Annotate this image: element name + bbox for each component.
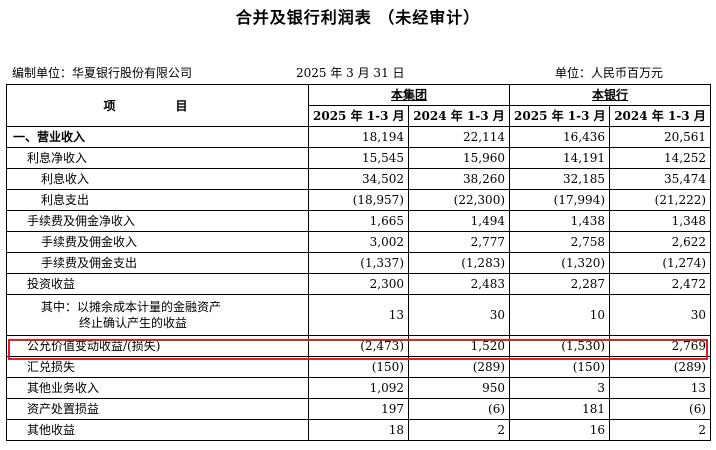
cell-value: 950	[407, 377, 511, 399]
cell-value: 2,622	[609, 231, 712, 253]
cell-value: (1,530)	[509, 335, 611, 357]
cell-value: 2,777	[407, 231, 511, 253]
cell-value: 30	[609, 294, 712, 336]
cell-value: 3	[509, 377, 611, 399]
table-row: 其他业务收入 1,092 950 3 13	[6, 377, 712, 399]
cell-value: 2,287	[509, 273, 611, 295]
header-group-bank: 本银行	[509, 84, 712, 106]
table-row: 资产处置损益 197 (6) 181 (6)	[6, 398, 712, 420]
cell-value: 14,252	[609, 147, 712, 169]
cell-value: 35,474	[609, 168, 712, 190]
currency-unit: 单位：人民币百万元	[555, 66, 664, 80]
cell-value: 13	[308, 294, 409, 336]
cell-value: 1,438	[509, 210, 611, 232]
table-row: 手续费及佣金净收入 1,665 1,494 1,438 1,348	[6, 210, 712, 232]
cell-value: 30	[407, 294, 511, 336]
header-col-2024: 2024 年 1-3 月	[407, 105, 511, 127]
cell-value: 18,194	[308, 126, 409, 148]
cell-value: 2,300	[308, 273, 409, 295]
cell-value: 2,472	[609, 273, 712, 295]
cell-value: 2	[609, 419, 712, 441]
income-statement-table: 项 目 本集团 本银行 2025 年 1-3 月 2024 年 1-3 月 20…	[6, 84, 712, 441]
cell-value: (150)	[509, 356, 611, 378]
row-label: 其他业务收入	[6, 377, 309, 399]
cell-value: (1,274)	[609, 252, 712, 274]
table-row: 一、营业收入 18,194 22,114 16,436 20,561	[6, 126, 712, 148]
row-label: 手续费及佣金净收入	[6, 210, 309, 232]
cell-value: (1,337)	[308, 252, 409, 274]
report-title: 合并及银行利润表 （未经审计）	[235, 8, 481, 27]
cell-value: (17,994)	[509, 189, 611, 211]
cell-value: 1,348	[609, 210, 712, 232]
row-label-line2: 终止确认产生的收益	[79, 316, 188, 330]
cell-value: 18	[308, 419, 409, 441]
row-label: 手续费及佣金支出	[6, 252, 309, 274]
row-label: 汇兑损失	[6, 356, 309, 378]
cell-value: 1,665	[308, 210, 409, 232]
cell-value: (22,300)	[407, 189, 511, 211]
header-item: 项 目	[6, 84, 309, 127]
cell-value: 1,092	[308, 377, 409, 399]
cell-value: (6)	[407, 398, 511, 420]
row-label: 手续费及佣金收入	[6, 231, 309, 253]
cell-value: 34,502	[308, 168, 409, 190]
cell-value: (21,222)	[609, 189, 712, 211]
cell-value: 181	[509, 398, 611, 420]
table-row: 公允价值变动收益/(损失) (2,473) 1,520 (1,530) 2,76…	[6, 335, 712, 357]
cell-value: 20,561	[609, 126, 712, 148]
report-date: 2025 年 3 月 31 日	[296, 66, 405, 80]
cell-value: 22,114	[407, 126, 511, 148]
cell-value: 15,545	[308, 147, 409, 169]
table-row: 手续费及佣金收入 3,002 2,777 2,758 2,622	[6, 231, 712, 253]
row-label: 公允价值变动收益/(损失)	[6, 335, 309, 357]
row-label: 一、营业收入	[6, 126, 309, 148]
cell-value: 2,758	[509, 231, 611, 253]
cell-value: 1,494	[407, 210, 511, 232]
row-label: 其中：以摊余成本计量的金融资产 终止确认产生的收益	[6, 294, 309, 336]
header-col-2025: 2025 年 1-3 月	[308, 105, 409, 127]
cell-value: 14,191	[509, 147, 611, 169]
cell-value: 197	[308, 398, 409, 420]
cell-value: 10	[509, 294, 611, 336]
cell-value: 32,185	[509, 168, 611, 190]
row-label: 其他收益	[6, 419, 309, 441]
row-label: 投资收益	[6, 273, 309, 295]
cell-value: 2,483	[407, 273, 511, 295]
table-row: 手续费及佣金支出 (1,337) (1,283) (1,320) (1,274)	[6, 252, 712, 274]
header-col-2024: 2024 年 1-3 月	[609, 105, 712, 127]
row-label: 利息支出	[6, 189, 309, 211]
cell-value: (2,473)	[308, 335, 409, 357]
cell-value: (18,957)	[308, 189, 409, 211]
table-row: 其中：以摊余成本计量的金融资产 终止确认产生的收益 13 30 10 30	[6, 294, 712, 336]
cell-value: 38,260	[407, 168, 511, 190]
header-col-2025: 2025 年 1-3 月	[509, 105, 611, 127]
cell-value: 16,436	[509, 126, 611, 148]
cell-value: (289)	[407, 356, 511, 378]
cell-value: 1,520	[407, 335, 511, 357]
cell-value: (289)	[609, 356, 712, 378]
table-row: 利息净收入 15,545 15,960 14,191 14,252	[6, 147, 712, 169]
row-label-line1: 其中：以摊余成本计量的金融资产	[41, 300, 222, 314]
row-label: 利息收入	[6, 168, 309, 190]
table-row: 汇兑损失 (150) (289) (150) (289)	[6, 356, 712, 378]
cell-value: (150)	[308, 356, 409, 378]
cell-value: (1,320)	[509, 252, 611, 274]
table-row: 投资收益 2,300 2,483 2,287 2,472	[6, 273, 712, 295]
cell-value: 2	[407, 419, 511, 441]
row-label: 利息净收入	[6, 147, 309, 169]
cell-value: (1,283)	[407, 252, 511, 274]
table-row: 利息支出 (18,957) (22,300) (17,994) (21,222)	[6, 189, 712, 211]
cell-value: 13	[609, 377, 712, 399]
cell-value: 16	[509, 419, 611, 441]
cell-value: 15,960	[407, 147, 511, 169]
cell-value: 3,002	[308, 231, 409, 253]
header-group-consolidated: 本集团	[307, 84, 511, 106]
table-row: 利息收入 34,502 38,260 32,185 35,474	[6, 168, 712, 190]
cell-value: 2,769	[609, 335, 712, 357]
cell-value: (6)	[609, 398, 712, 420]
row-label: 资产处置损益	[6, 398, 309, 420]
table-row: 其他收益 18 2 16 2	[6, 419, 712, 441]
company-label: 编制单位：华夏银行股份有限公司	[12, 66, 193, 80]
